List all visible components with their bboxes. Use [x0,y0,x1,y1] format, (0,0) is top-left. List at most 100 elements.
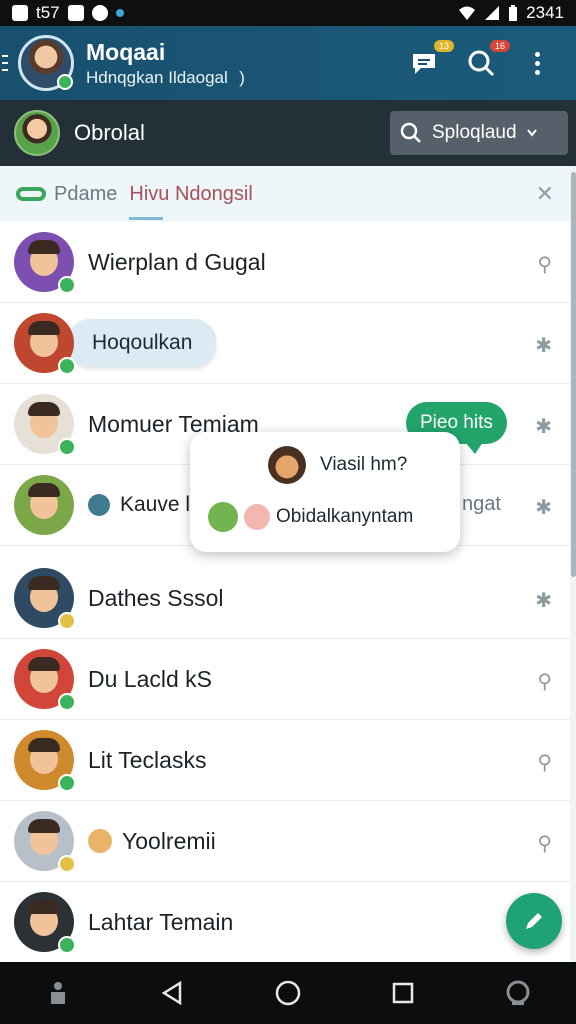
scrollbar[interactable] [571,172,576,577]
pencil-icon [526,913,542,929]
search-badge: 16 [489,40,510,52]
signal-icon [485,6,500,20]
avatar [14,811,76,873]
chat-badge: 13 [433,40,454,52]
status-dot [58,357,76,375]
status-dot [58,693,76,711]
list-item[interactable]: Lahtar Temain [0,882,570,962]
drawer-handle[interactable] [0,26,14,100]
search-button[interactable]: 16 [464,40,510,80]
emoji-icon[interactable] [244,504,270,530]
status-dot [58,936,76,954]
back-button[interactable] [153,973,193,1013]
link-icon [16,187,46,201]
search-icon [400,122,421,143]
preview-text: ngat [462,493,501,515]
status-dot [58,276,76,294]
reaction-popup[interactable]: Viasil hm? Obidalkanyntam [190,432,460,552]
overflow-menu-icon[interactable] [520,46,554,80]
popup-line-2: Obidalkanyntam [276,506,414,527]
recents-icon [392,982,414,1004]
avatar [14,568,76,630]
contact-name: Wierplan d Gugal [88,248,266,275]
system-nav-bar [0,962,576,1024]
avatar [14,730,76,792]
avatar [14,649,76,711]
home-icon [275,980,301,1006]
emoji-icon [88,829,112,853]
message-bubble: Hoqoulkan [68,319,217,367]
list-item[interactable]: Du Lacld kS ⚲ [0,639,570,720]
chat-header-bar: Obrolal Sploqlaud [0,100,576,166]
avatar [14,313,76,375]
chip-label: Hivu Ndongsil [129,182,253,205]
back-icon [161,980,182,1006]
emoji-icon[interactable] [208,502,238,532]
status-dot [58,855,76,873]
close-icon[interactable]: ✕ [536,181,554,207]
chat-button[interactable]: 13 [408,40,454,80]
list-item[interactable]: Dathes Sssol ✱ [0,558,570,639]
chip-filter-all[interactable]: Pdame [16,183,117,206]
status-dot [58,438,76,456]
list-item[interactable]: Yoolremii ⚲ [0,801,570,882]
list-item[interactable]: Hoqoulkan ✱ [0,303,570,384]
contact-name: Yoolremii [122,827,216,854]
mute-icon[interactable]: ⚲ [537,831,552,856]
star-icon[interactable]: ✱ [535,333,552,358]
mute-icon[interactable]: ⚲ [537,252,552,277]
status-left-text: t57 [36,3,60,22]
app-dot-icon [115,9,124,17]
chat-icon [413,54,435,74]
section-title: Obrolal [74,120,145,145]
app-subtitle: Hdnqgkan Ildaogal ) [86,67,245,87]
app-bar: Moqaai Hdnqgkan Ildaogal ) 13 16 [0,26,576,100]
filter-chips: Pdame Hivu Ndongsil ✕ [0,166,570,222]
contact-name: Kauve l [120,493,191,516]
person-icon [50,982,65,1004]
contact-name: Lahtar Temain [88,908,234,935]
star-icon[interactable]: ✱ [535,588,552,613]
popup-line-1: Viasil hm? [320,454,408,475]
home-button[interactable] [268,973,308,1013]
wifi-icon [459,6,476,20]
avatar [14,232,76,294]
battery-icon [509,4,518,21]
avatar [14,475,74,535]
app-title: Moqaai [86,38,166,65]
settings-icon [91,5,108,21]
assistant-button[interactable] [498,973,538,1013]
list-item[interactable]: Wierplan d Gugal ⚲ [0,222,570,303]
group-avatar[interactable] [14,110,60,156]
search-icon [468,50,495,77]
mute-icon[interactable]: ⚲ [537,750,552,775]
list-item[interactable]: Lit Teclasks ⚲ [0,720,570,801]
chevron-down-icon [526,129,537,137]
assistant-icon [506,980,530,1005]
contact-name: Dathes Sssol [88,584,224,611]
sticker-icon[interactable] [268,446,306,484]
accessibility-button[interactable] [38,973,78,1013]
notification-icon [67,5,84,21]
recents-button[interactable] [383,973,423,1013]
contact-name: Lit Teclasks [88,746,207,773]
mute-icon[interactable]: ⚲ [537,669,552,694]
star-icon[interactable]: ✱ [535,414,552,439]
avatar [14,394,76,456]
group-icon [88,494,110,516]
star-icon[interactable]: ✱ [535,495,552,520]
online-badge [57,74,73,90]
contact-name: Du Lacld kS [88,665,213,692]
chat-list[interactable]: Pdame Hivu Ndongsil ✕ Wierplan d Gugal ⚲… [0,166,570,962]
chip-indicator [129,216,164,220]
status-dot [58,612,76,630]
status-dot [58,774,76,792]
search-dropdown[interactable]: Sploqlaud [390,111,568,155]
sim-icon [12,5,28,21]
chip-filter-active[interactable]: Hivu Ndongsil [129,182,253,220]
status-bar: t57 2341 [0,0,576,26]
search-dropdown-text: Sploqlaud [432,122,517,143]
chip-label: Pdame [54,182,118,205]
compose-button[interactable] [506,893,562,949]
profile-avatar[interactable] [18,35,74,91]
